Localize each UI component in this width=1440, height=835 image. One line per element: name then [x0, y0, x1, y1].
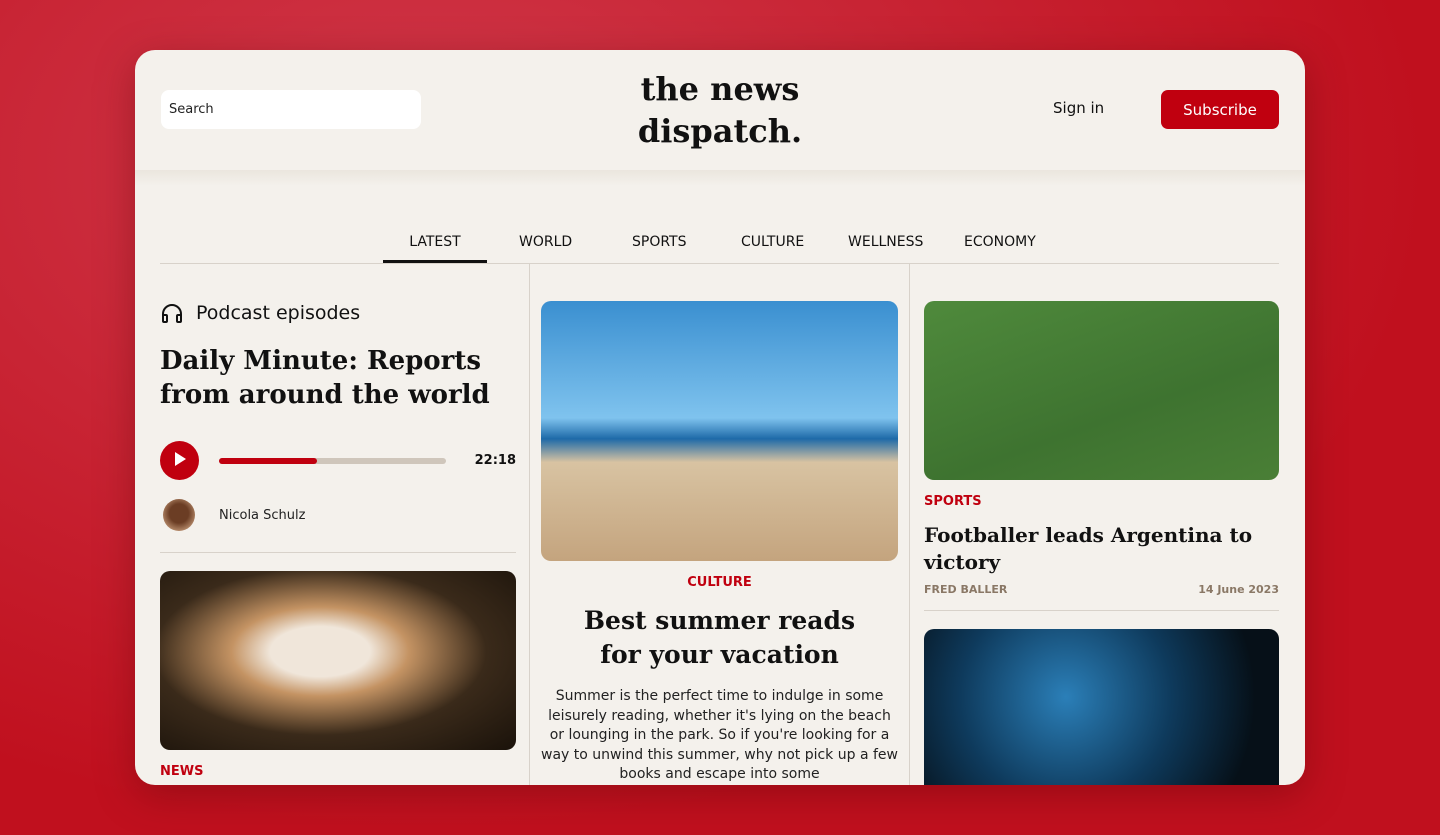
header: the news dispatch. Sign in Subscribe	[135, 50, 1305, 186]
story-author: FRED BALLER	[924, 583, 1008, 596]
story-title[interactable]: Best summer reads for your vacation	[571, 604, 868, 672]
podcast-column: Podcast episodes Daily Minute: Reports f…	[160, 264, 516, 785]
tab-world[interactable]: WORLD	[519, 234, 572, 250]
divider	[909, 264, 910, 785]
beach-book-image[interactable]	[541, 301, 898, 561]
category-label[interactable]: NEWS	[160, 764, 203, 779]
section-nav: LATEST WORLD SPORTS CULTURE WELLNESS ECO…	[160, 222, 1279, 264]
progress-fill	[219, 458, 317, 464]
podcast-header: Podcast episodes	[160, 302, 360, 324]
author-name: Nicola Schulz	[219, 508, 306, 523]
category-label[interactable]: CULTURE	[541, 575, 898, 590]
story-date: 14 June 2023	[1198, 583, 1279, 596]
avatar	[163, 499, 195, 531]
podcast-section-title: Podcast episodes	[196, 302, 361, 324]
divider	[529, 264, 530, 785]
logo-line: the news	[640, 70, 800, 108]
play-button[interactable]	[160, 441, 199, 480]
play-icon	[174, 452, 186, 466]
story-title[interactable]: Footballer leads Argentina to victory	[924, 522, 1254, 576]
story-excerpt: Summer is the perfect time to indulge in…	[541, 688, 898, 782]
sports-column: SPORTS Footballer leads Argentina to vic…	[924, 264, 1279, 785]
divider	[160, 552, 516, 553]
logo[interactable]: the news dispatch.	[135, 68, 1305, 152]
progress-slider[interactable]	[219, 458, 446, 464]
sign-in-link[interactable]: Sign in	[1053, 99, 1104, 117]
podcast-title[interactable]: Daily Minute: Reports from around the wo…	[160, 344, 510, 412]
duration: 22:18	[474, 453, 516, 468]
featured-column: CULTURE Best summer reads for your vacat…	[541, 264, 898, 785]
category-label[interactable]: SPORTS	[924, 494, 982, 509]
tab-latest[interactable]: LATEST	[383, 234, 487, 263]
divider	[924, 610, 1279, 611]
cat-image[interactable]	[160, 571, 516, 750]
subscribe-button[interactable]: Subscribe	[1161, 90, 1279, 129]
headphones-icon	[162, 304, 182, 323]
page-card: the news dispatch. Sign in Subscribe LATE…	[135, 50, 1305, 785]
football-image[interactable]	[924, 301, 1279, 480]
tab-culture[interactable]: CULTURE	[741, 234, 804, 250]
tab-wellness[interactable]: WELLNESS	[848, 234, 923, 250]
tech-image[interactable]	[924, 629, 1279, 785]
tab-sports[interactable]: SPORTS	[632, 234, 687, 250]
logo-line: dispatch.	[637, 112, 803, 150]
tab-economy[interactable]: ECONOMY	[964, 234, 1036, 250]
